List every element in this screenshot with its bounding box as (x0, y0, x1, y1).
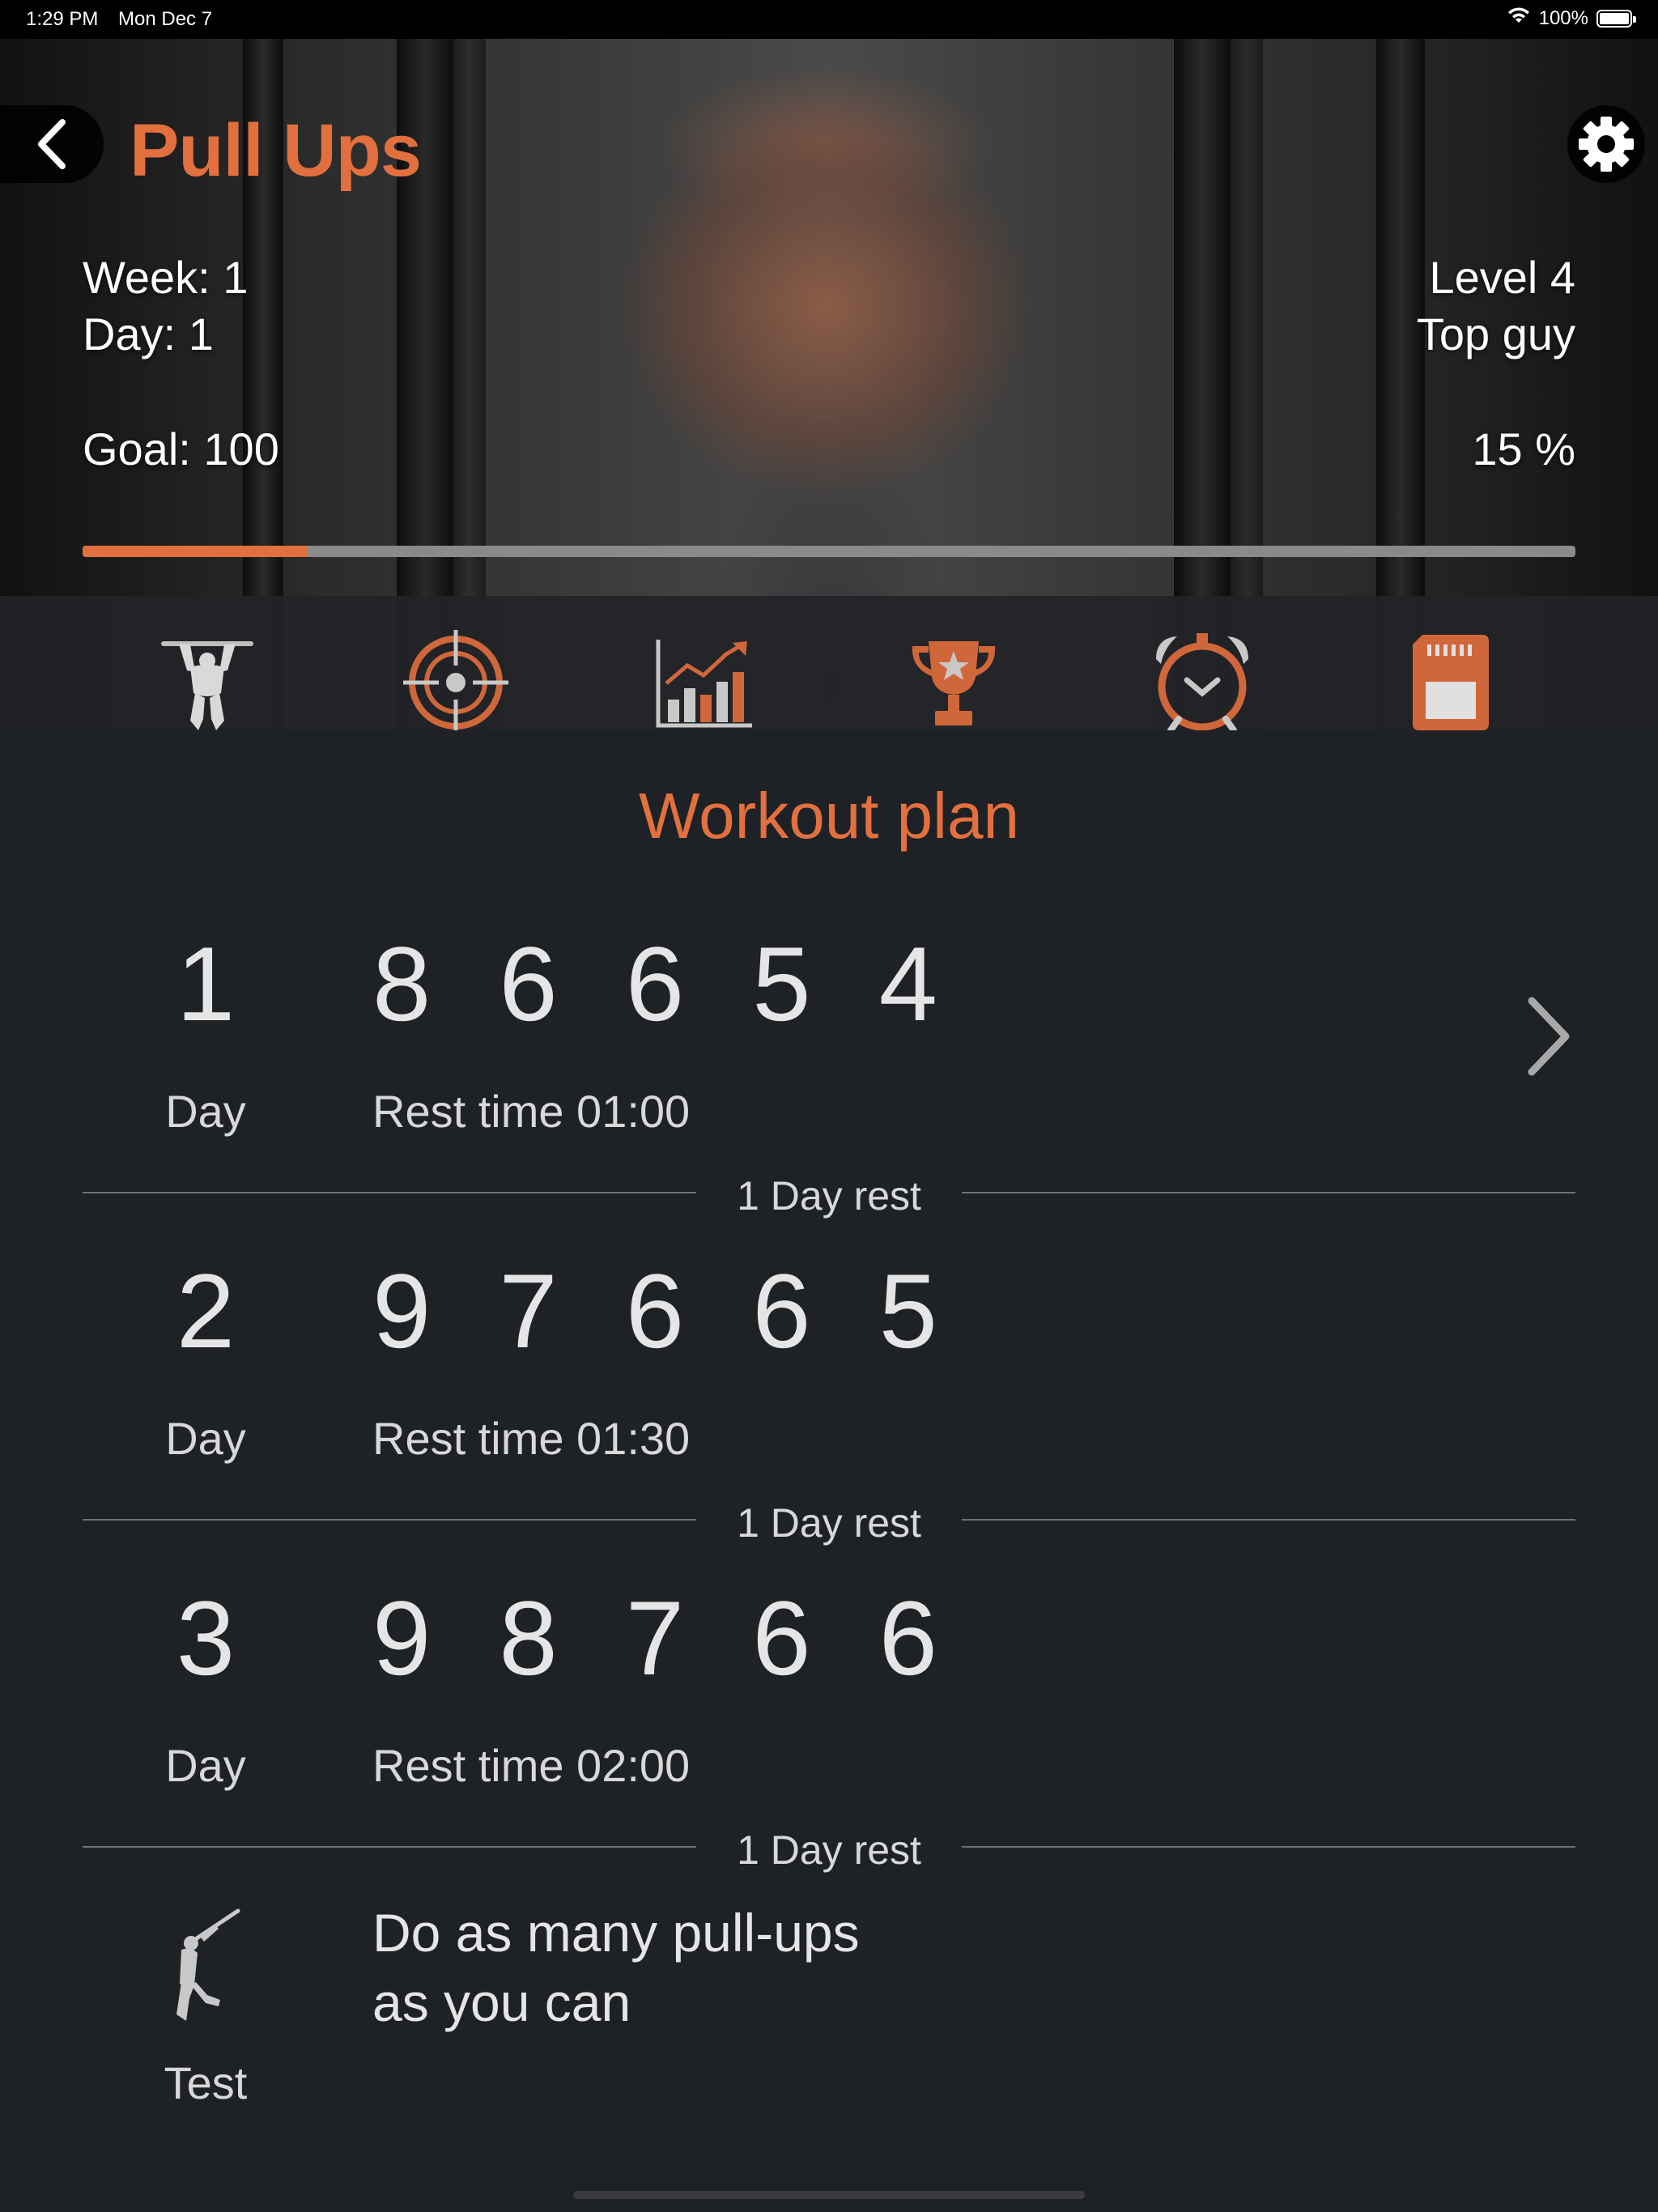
rest-days-label: 1 Day rest (737, 1827, 921, 1873)
tab-backup[interactable] (1327, 596, 1575, 730)
divider-line (962, 1846, 1575, 1848)
reps-sequence: 9 7 6 6 5 (372, 1252, 957, 1370)
level-label: Level 4 (1429, 252, 1575, 303)
chevron-right-icon[interactable] (1520, 988, 1577, 1085)
tab-goal[interactable] (331, 596, 580, 730)
tab-statistics[interactable] (580, 596, 829, 730)
battery-percent: 100% (1538, 6, 1588, 29)
test-instructions-line: as you can (372, 1972, 631, 2032)
rest-time: Rest time 02:00 (372, 1740, 691, 1791)
test-jumper-icon (176, 1908, 240, 2021)
status-bar: 1:29 PM Mon Dec 7 100% (0, 0, 1658, 39)
tab-achievements[interactable] (829, 596, 1078, 730)
day-label: Day (165, 1740, 246, 1791)
rest-divider: 1 Day rest (83, 1172, 1575, 1219)
wifi-icon (1507, 6, 1531, 30)
rest-time: Rest time 01:30 (372, 1413, 691, 1464)
goal-progress-bar (83, 546, 1575, 557)
tab-workout[interactable] (83, 596, 331, 730)
rest-divider: 1 Day rest (83, 1827, 1575, 1873)
home-indicator[interactable] (573, 2191, 1085, 2199)
status-time: 1:29 PM (26, 8, 99, 30)
rank-label: Top guy (1416, 308, 1575, 359)
trophy-icon (912, 641, 995, 725)
page-title: Pull Ups (130, 109, 422, 192)
goal-progress-fill (83, 546, 307, 557)
battery-icon (1596, 9, 1636, 28)
rest-time: Rest time 01:00 (372, 1086, 691, 1137)
test-instructions-line: Do as many pull-ups (372, 1903, 860, 1963)
divider-line (962, 1192, 1575, 1193)
settings-button[interactable] (1567, 105, 1645, 183)
test-label: Test (164, 2057, 248, 2108)
day-label: Day (165, 1086, 246, 1137)
rest-days-label: 1 Day rest (737, 1500, 921, 1546)
chevron-left-icon (38, 119, 66, 169)
day-label: Day (165, 1413, 246, 1464)
day-number: 2 (176, 1252, 236, 1370)
app-root: 1:29 PM Mon Dec 7 100% Pull Ups Week: 1 … (0, 0, 1658, 2212)
progress-percent: 15 % (1472, 423, 1575, 474)
goal-label: Goal: 100 (83, 423, 279, 474)
day-number: 3 (176, 1579, 236, 1697)
hero-image: Pull Ups Week: 1 Day: 1 Level 4 Top guy … (0, 39, 1658, 730)
rest-divider: 1 Day rest (83, 1499, 1575, 1546)
alarm-clock-icon (1155, 633, 1248, 730)
pull-up-icon (160, 641, 253, 730)
chart-icon (656, 640, 753, 728)
sd-card-icon (1413, 635, 1490, 730)
tab-timer[interactable] (1078, 596, 1326, 730)
gear-icon (1579, 117, 1634, 172)
rest-days-label: 1 Day rest (737, 1173, 921, 1219)
back-button[interactable] (0, 105, 104, 183)
divider-line (962, 1519, 1575, 1521)
day-label: Day: 1 (83, 308, 214, 359)
day-number: 1 (176, 925, 236, 1043)
reps-sequence: 9 8 7 6 6 (372, 1579, 957, 1697)
status-right: 100% (1507, 6, 1636, 30)
target-icon (402, 630, 508, 730)
tab-bar (0, 596, 1658, 730)
test-instructions: Do as many pull-ups as you can (372, 1898, 860, 2037)
week-label: Week: 1 (83, 252, 249, 303)
section-title: Workout plan (639, 780, 1019, 852)
reps-sequence: 8 6 6 5 4 (372, 925, 957, 1043)
status-date: Mon Dec 7 (118, 8, 213, 30)
